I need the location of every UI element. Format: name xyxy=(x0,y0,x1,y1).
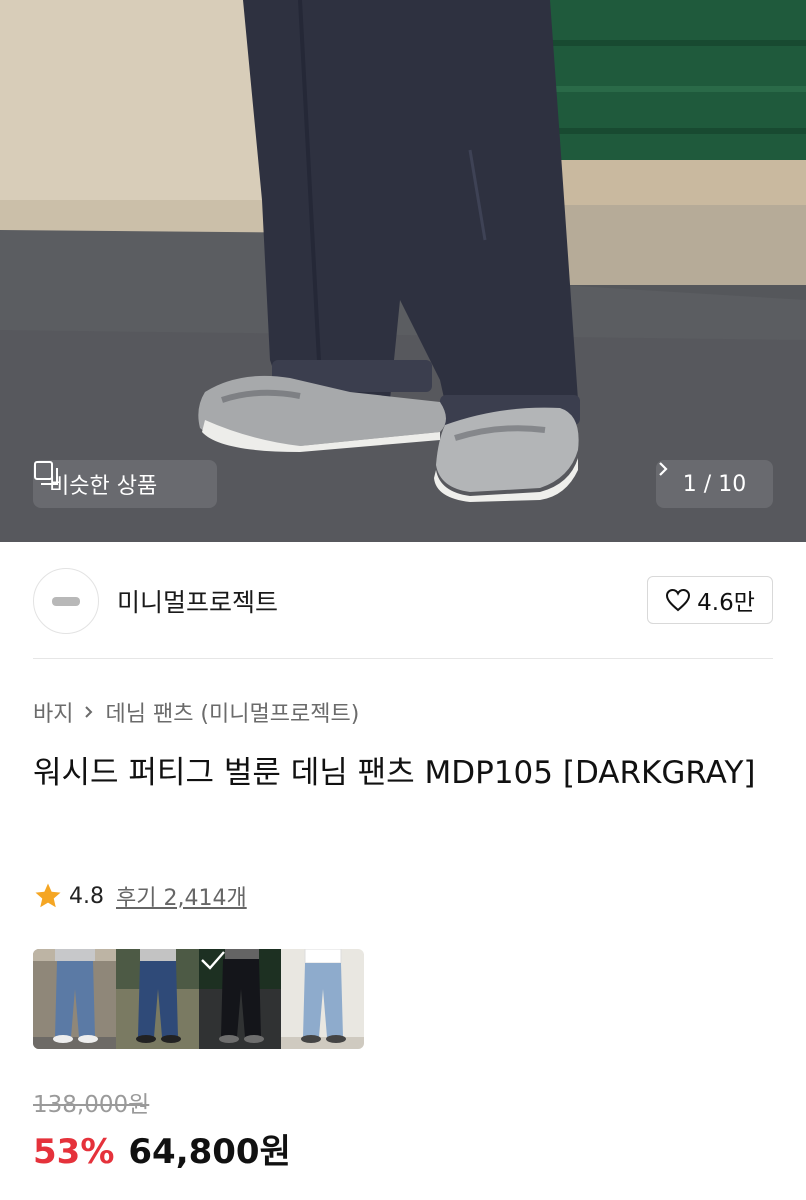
chevron-right-icon xyxy=(659,462,668,476)
breadcrumb: 바지 데님 팬츠 (미니멀프로젝트) xyxy=(33,696,359,728)
seller-name[interactable]: 미니멀프로젝트 xyxy=(117,583,278,619)
breadcrumb-subcategory[interactable]: 데님 팬츠 (미니멀프로젝트) xyxy=(105,696,359,728)
similar-items-label: 비슷한 상품 xyxy=(49,474,158,499)
like-button[interactable]: 4.6만 xyxy=(647,576,773,624)
color-option-thumbnail[interactable] xyxy=(281,949,364,1049)
check-icon xyxy=(199,949,282,1049)
color-option-thumbnail[interactable] xyxy=(115,949,199,1049)
rating-row[interactable]: 4.8 후기 2,414개 xyxy=(33,880,247,912)
discount-rate: 53% xyxy=(33,1132,115,1172)
color-options xyxy=(33,949,364,1049)
breadcrumb-category[interactable]: 바지 xyxy=(33,696,73,728)
heart-outline-icon xyxy=(666,588,691,612)
like-count: 4.6만 xyxy=(697,590,755,616)
seller-row: 미니멀프로젝트 4.6만 xyxy=(33,568,773,634)
divider xyxy=(33,658,773,659)
product-image-carousel[interactable]: 비슷한 상품 1 / 10 xyxy=(0,0,806,542)
image-counter-button[interactable]: 1 / 10 xyxy=(656,460,773,508)
sale-price: 64,800원 xyxy=(128,1132,291,1172)
seller-logo[interactable] xyxy=(33,568,99,634)
product-title: 워시드 퍼티그 벌룬 데님 팬츠 MDP105 [DARKGRAY] xyxy=(33,755,756,791)
color-option-thumbnail[interactable] xyxy=(33,949,116,1049)
similar-items-button[interactable]: 비슷한 상품 xyxy=(33,460,217,508)
sale-price-row: 53% 64,800원 xyxy=(33,1124,291,1173)
image-counter-text: 1 / 10 xyxy=(682,471,747,497)
color-option-thumbnail-selected[interactable] xyxy=(198,949,282,1049)
rating-score: 4.8 xyxy=(69,883,104,909)
review-count-link[interactable]: 후기 2,414개 xyxy=(116,880,247,912)
original-price: 138,000원 xyxy=(33,1092,150,1118)
chevron-right-icon xyxy=(85,706,93,718)
star-icon xyxy=(35,883,61,908)
similar-items-icon xyxy=(34,461,58,485)
